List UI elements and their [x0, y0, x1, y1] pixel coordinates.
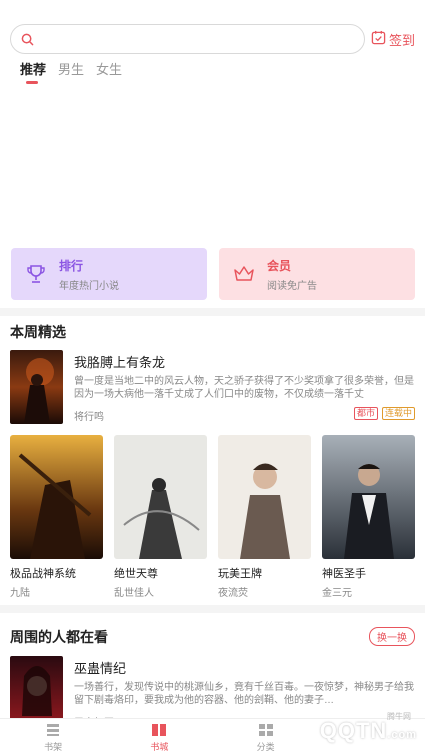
book-card[interactable]: 玩美王牌 夜流荧	[218, 435, 311, 599]
book-card[interactable]: 绝世天尊 乱世佳人	[114, 435, 207, 599]
book-cover	[114, 435, 207, 559]
book-author: 夜流荧	[218, 588, 248, 599]
book-title: 神医圣手	[322, 568, 366, 580]
watermark-main: QQTN	[319, 718, 388, 743]
signin-button[interactable]: 签到	[371, 30, 415, 49]
entry-cards: 排行 年度热门小说 会员 阅读免广告	[11, 248, 415, 300]
book-cover	[322, 435, 415, 559]
nav-bookstore[interactable]: 书城	[106, 719, 212, 756]
book-title: 巫蛊情纪	[74, 661, 127, 676]
book-card[interactable]: 神医圣手 金三元	[322, 435, 415, 599]
nearby-section-title: 周围的人都在看	[10, 629, 108, 645]
vip-subtitle: 阅读免广告	[267, 280, 317, 292]
book-author: 九陆	[10, 588, 30, 599]
swap-button[interactable]: 换一换	[369, 627, 415, 646]
tab-male[interactable]: 男生	[58, 61, 84, 85]
search-row: 签到	[10, 24, 415, 54]
watermark-logo: QQTN.com	[320, 718, 417, 744]
nav-bookshelf[interactable]: 书架	[0, 719, 106, 756]
trophy-icon	[23, 261, 49, 287]
vip-card[interactable]: 会员 阅读免广告	[219, 248, 415, 300]
book-description: 曾一度是当地二中的风云人物，天之骄子获得了不少奖项拿了很多荣誉，但是因为一场大病…	[74, 376, 414, 400]
book-cover	[10, 435, 103, 559]
book-title: 我胳膊上有条龙	[74, 355, 166, 370]
search-box[interactable]	[10, 24, 365, 54]
tab-female[interactable]: 女生	[96, 61, 122, 85]
vip-title: 会员	[267, 258, 292, 273]
bookshelf-icon	[45, 723, 61, 740]
book-author: 乱世佳人	[114, 588, 154, 599]
category-icon	[258, 723, 274, 740]
book-author: 将行鸣	[74, 412, 104, 423]
calendar-check-icon	[371, 30, 389, 48]
search-input[interactable]	[40, 26, 364, 52]
book-cover	[218, 435, 311, 559]
nav-label: 分类	[256, 741, 275, 752]
ranking-title: 排行	[59, 258, 84, 273]
status-tag: 连载中	[381, 407, 415, 420]
book-description: 一场善行，发现传说中的桃源仙乡，竟有千丝百毒。一夜惊梦，神秘男子给我留下剧毒烙印…	[74, 682, 414, 706]
signin-label: 签到	[388, 32, 415, 48]
book-tags: 都市 连载中	[350, 407, 415, 420]
crown-icon	[231, 261, 257, 287]
book-title: 绝世天尊	[114, 568, 158, 580]
banner-area[interactable]	[0, 92, 425, 237]
nav-label: 书架	[44, 741, 63, 752]
bookstore-icon	[151, 723, 167, 740]
weekly-featured-book[interactable]: 我胳膊上有条龙 曾一度是当地二中的风云人物，天之骄子获得了不少奖项拿了很多荣誉，…	[10, 350, 415, 424]
ranking-card[interactable]: 排行 年度热门小说	[11, 248, 207, 300]
watermark-domain: .com	[387, 729, 417, 741]
book-title: 玩美王牌	[218, 568, 262, 580]
genre-tag: 都市	[353, 407, 378, 420]
weekly-book-grid: 极品战神系统 九陆 绝世天尊 乱世佳人 玩美王牌 夜流荧 神医圣手 金三元	[10, 435, 415, 599]
nav-category[interactable]: 分类	[213, 719, 319, 756]
section-divider	[0, 605, 425, 613]
book-card[interactable]: 极品战神系统 九陆	[10, 435, 103, 599]
search-icon	[21, 33, 34, 46]
book-title: 极品战神系统	[10, 568, 76, 580]
ranking-subtitle: 年度热门小说	[59, 280, 119, 292]
book-cover	[10, 350, 63, 424]
book-author: 金三元	[322, 588, 352, 599]
weekly-section-title: 本周精选	[10, 324, 66, 340]
channel-tabs: 推荐 男生 女生	[20, 61, 134, 85]
tab-recommend[interactable]: 推荐	[20, 61, 46, 85]
section-divider	[0, 308, 425, 316]
nav-label: 书城	[150, 741, 169, 752]
